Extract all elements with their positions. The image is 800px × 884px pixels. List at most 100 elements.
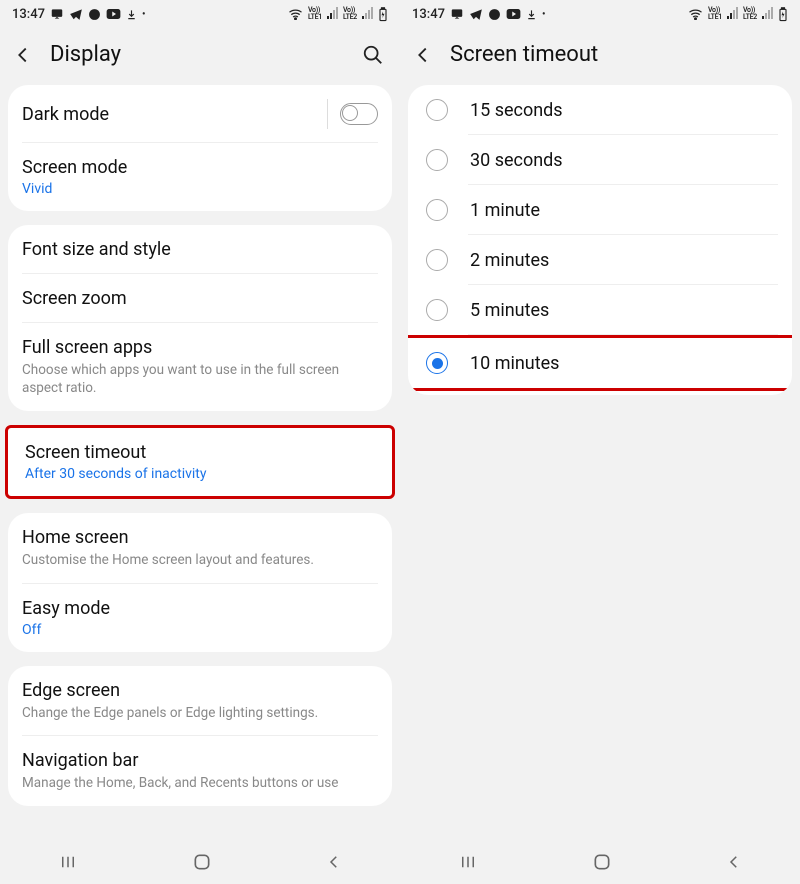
edge-screen-sub: Change the Edge panels or Edge lighting … bbox=[22, 704, 378, 722]
row-home-screen[interactable]: Home screen Customise the Home screen la… bbox=[8, 513, 392, 583]
home-screen-label: Home screen bbox=[22, 527, 378, 548]
header: Display bbox=[0, 28, 400, 85]
lte1-indicator: Vo))LTE1 bbox=[708, 7, 722, 21]
screen-mode-value: Vivid bbox=[22, 181, 378, 197]
home-screen-sub: Customise the Home screen layout and fea… bbox=[22, 551, 378, 569]
page-title: Display bbox=[50, 42, 346, 67]
screen-timeout-value: After 30 seconds of inactivity bbox=[25, 466, 375, 482]
row-screen-timeout[interactable]: Screen timeout After 30 seconds of inact… bbox=[8, 428, 392, 496]
divider bbox=[327, 99, 328, 129]
clock: 13:47 bbox=[12, 7, 45, 22]
screen-timeout-label: Screen timeout bbox=[25, 442, 375, 463]
option-label: 2 minutes bbox=[470, 250, 549, 271]
screen-zoom-label: Screen zoom bbox=[22, 288, 378, 309]
message-icon bbox=[450, 7, 464, 21]
edge-screen-label: Edge screen bbox=[22, 680, 378, 701]
full-screen-sub: Choose which apps you want to use in the… bbox=[22, 361, 378, 397]
download-icon bbox=[526, 8, 537, 21]
page-title: Screen timeout bbox=[450, 42, 784, 67]
option-10-minutes[interactable]: 10 minutes bbox=[408, 338, 792, 388]
dot-icon: • bbox=[142, 9, 146, 20]
option-label: 1 minute bbox=[470, 200, 540, 221]
card-timeout-options: 15 seconds 30 seconds 1 minute 2 minutes… bbox=[408, 85, 792, 395]
full-screen-label: Full screen apps bbox=[22, 337, 378, 358]
option-label: 10 minutes bbox=[470, 353, 559, 374]
youtube-icon bbox=[106, 8, 121, 20]
highlight-screen-timeout: Screen timeout After 30 seconds of inact… bbox=[5, 425, 395, 499]
option-15-seconds[interactable]: 15 seconds bbox=[408, 85, 792, 135]
message-icon bbox=[50, 7, 64, 21]
nav-recents[interactable] bbox=[457, 853, 479, 871]
option-5-minutes[interactable]: 5 minutes bbox=[408, 285, 792, 335]
option-label: 15 seconds bbox=[470, 100, 563, 121]
battery-icon bbox=[778, 7, 788, 22]
download-icon bbox=[126, 8, 137, 21]
row-dark-mode[interactable]: Dark mode bbox=[8, 85, 392, 143]
status-bar: 13:47 • Vo))LTE1 Vo))LTE2 bbox=[400, 0, 800, 28]
back-button[interactable] bbox=[412, 44, 434, 66]
row-full-screen-apps[interactable]: Full screen apps Choose which apps you w… bbox=[8, 323, 392, 411]
dark-mode-toggle[interactable] bbox=[340, 103, 378, 125]
radio-icon bbox=[426, 149, 448, 171]
radio-icon bbox=[426, 99, 448, 121]
nav-back[interactable] bbox=[725, 853, 743, 871]
radio-icon bbox=[426, 352, 448, 374]
nav-bar bbox=[400, 840, 800, 884]
circle-icon bbox=[88, 8, 101, 21]
highlight-10-minutes: 10 minutes bbox=[408, 335, 792, 391]
card-display-4: Edge screen Change the Edge panels or Ed… bbox=[8, 666, 392, 806]
signal2-icon bbox=[762, 9, 773, 19]
navigation-bar-sub: Manage the Home, Back, and Recents butto… bbox=[22, 774, 378, 792]
dot-icon: • bbox=[542, 9, 546, 20]
nav-home[interactable] bbox=[592, 852, 612, 872]
card-display-2: Font size and style Screen zoom Full scr… bbox=[8, 225, 392, 411]
radio-icon bbox=[426, 299, 448, 321]
row-edge-screen[interactable]: Edge screen Change the Edge panels or Ed… bbox=[8, 666, 392, 736]
content-area: Dark mode Screen mode Vivid Font size an… bbox=[0, 85, 400, 884]
phone-left: 13:47 • Vo))LTE1 Vo))LTE2 Display Dark m… bbox=[0, 0, 400, 884]
phone-right: 13:47 • Vo))LTE1 Vo))LTE2 Screen timeout… bbox=[400, 0, 800, 884]
font-size-label: Font size and style bbox=[22, 239, 378, 260]
card-display-3: Home screen Customise the Home screen la… bbox=[8, 513, 392, 651]
signal1-icon bbox=[327, 9, 338, 19]
row-font-size[interactable]: Font size and style bbox=[8, 225, 392, 274]
option-30-seconds[interactable]: 30 seconds bbox=[408, 135, 792, 185]
wifi-icon bbox=[688, 8, 703, 20]
content-area: 15 seconds 30 seconds 1 minute 2 minutes… bbox=[400, 85, 800, 884]
signal2-icon bbox=[362, 9, 373, 19]
battery-icon bbox=[378, 7, 388, 22]
dark-mode-label: Dark mode bbox=[22, 104, 109, 125]
row-easy-mode[interactable]: Easy mode Off bbox=[8, 584, 392, 652]
header: Screen timeout bbox=[400, 28, 800, 85]
search-button[interactable] bbox=[362, 44, 384, 66]
lte2-indicator: Vo))LTE2 bbox=[743, 7, 757, 21]
row-screen-zoom[interactable]: Screen zoom bbox=[8, 274, 392, 323]
status-bar: 13:47 • Vo))LTE1 Vo))LTE2 bbox=[0, 0, 400, 28]
clock: 13:47 bbox=[412, 7, 445, 22]
card-display-1: Dark mode Screen mode Vivid bbox=[8, 85, 392, 211]
navigation-bar-label: Navigation bar bbox=[22, 750, 378, 771]
nav-bar bbox=[0, 840, 400, 884]
lte1-indicator: Vo))LTE1 bbox=[308, 7, 322, 21]
radio-icon bbox=[426, 199, 448, 221]
back-button[interactable] bbox=[12, 44, 34, 66]
option-2-minutes[interactable]: 2 minutes bbox=[408, 235, 792, 285]
lte2-indicator: Vo))LTE2 bbox=[343, 7, 357, 21]
signal1-icon bbox=[727, 9, 738, 19]
option-label: 5 minutes bbox=[470, 300, 549, 321]
wifi-icon bbox=[288, 8, 303, 20]
screen-mode-label: Screen mode bbox=[22, 157, 378, 178]
youtube-icon bbox=[506, 8, 521, 20]
nav-back[interactable] bbox=[325, 853, 343, 871]
circle-icon bbox=[488, 8, 501, 21]
nav-home[interactable] bbox=[192, 852, 212, 872]
easy-mode-label: Easy mode bbox=[22, 598, 378, 619]
radio-icon bbox=[426, 249, 448, 271]
telegram-icon bbox=[69, 7, 83, 21]
row-screen-mode[interactable]: Screen mode Vivid bbox=[8, 143, 392, 211]
option-1-minute[interactable]: 1 minute bbox=[408, 185, 792, 235]
nav-recents[interactable] bbox=[57, 853, 79, 871]
telegram-icon bbox=[469, 7, 483, 21]
row-navigation-bar[interactable]: Navigation bar Manage the Home, Back, an… bbox=[8, 736, 392, 806]
option-label: 30 seconds bbox=[470, 150, 563, 171]
